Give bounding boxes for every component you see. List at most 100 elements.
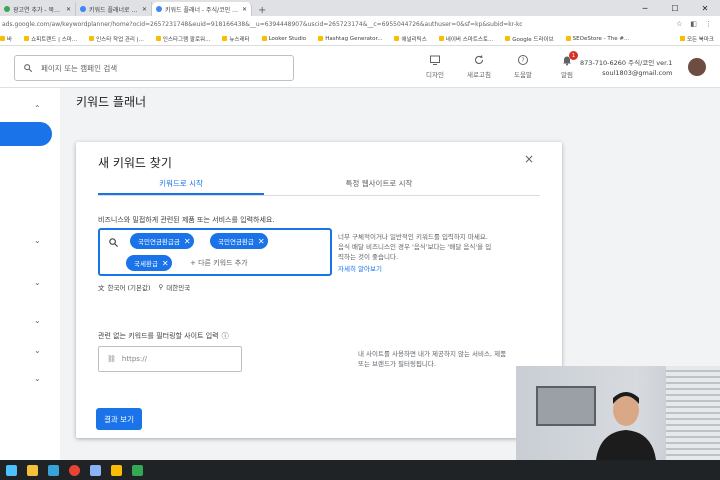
bookmark-icon — [0, 36, 5, 41]
chevron-down-icon[interactable]: ⌄ — [34, 346, 42, 355]
instruction-text: 비즈니스와 밀접하게 관련된 제품 또는 서비스를 입력하세요. — [98, 216, 275, 224]
account-email: soul1803@gmail.com — [602, 69, 673, 77]
bookmark[interactable]: 쇼피트랜드 | 스마... — [24, 35, 77, 43]
language-location: 文 한국어 (기본값) ⚲ 대한민국 — [98, 282, 190, 292]
chrome-icon[interactable] — [69, 464, 80, 476]
browser-tab-strip: 광고연 추가 - 북새관상 건강 ✕ 키워드 플래너로 캠페인 키워드 ✕ 키워… — [0, 0, 720, 16]
refresh-icon — [475, 55, 484, 64]
notification-badge: 1 — [569, 51, 578, 60]
new-tab-button[interactable]: + — [252, 5, 272, 16]
app-icon[interactable] — [90, 464, 101, 476]
keyword-tips: 너무 구체적이거나 일반적인 키워드를 입력하지 마세요. 음식 배달 비즈니스… — [338, 233, 492, 261]
start-icon[interactable] — [6, 464, 17, 476]
bookmark-icon — [505, 36, 511, 41]
bookmark[interactable]: 애널리틱스 — [394, 35, 427, 43]
browser-tab[interactable]: 광고연 추가 - 북새관상 건강 ✕ — [0, 2, 76, 16]
browser-tab[interactable]: 키워드 플래너로 캠페인 키워드 ✕ — [76, 2, 152, 16]
keyword-chip[interactable]: 국세환급 ✕ — [126, 255, 172, 271]
sidebar: ⌃ ⌄ ⌄ ⌄ ⌄ ⌄ — [0, 88, 60, 460]
minimize-icon[interactable]: ─ — [630, 4, 660, 13]
translate-icon: 文 — [98, 284, 105, 292]
account-info[interactable]: 873-710-6260 주식/코인 ver.1 soul1803@gmail.… — [580, 58, 672, 78]
language-selector[interactable]: 文 한국어 (기본값) — [98, 282, 151, 292]
close-icon[interactable]: × — [524, 152, 534, 166]
page-title: 키워드 플래너 — [76, 95, 147, 109]
design-button[interactable]: 디자인 — [420, 54, 450, 79]
address-bar[interactable]: ads.google.com/aw/keywordplanner/home?oc… — [0, 16, 720, 32]
search-icon — [109, 238, 119, 248]
app-icon[interactable] — [132, 464, 143, 476]
design-icon — [430, 55, 440, 65]
tab-favicon-icon — [80, 6, 86, 12]
bookmark[interactable]: 바 — [0, 35, 12, 43]
menu-icon[interactable]: ⋮ — [705, 20, 712, 28]
help-icon[interactable]: ⓘ — [222, 331, 229, 341]
tab-start-with-keywords[interactable]: 키워드로 시작 — [98, 172, 264, 195]
tab-close-icon[interactable]: ✕ — [66, 6, 71, 13]
bookmark[interactable]: SEOeStore - The #... — [565, 36, 629, 42]
maximize-icon[interactable]: ☐ — [660, 4, 690, 13]
bookmark[interactable]: Looker Studio — [261, 36, 306, 42]
bookmark[interactable]: Google 드라이브 — [505, 35, 554, 43]
new-keyword-dialog: 새 키워드 찾기 × 키워드로 시작 특정 웹사이트로 시작 비즈니스와 밀접하… — [76, 142, 562, 438]
location-pin-icon: ⚲ — [158, 283, 164, 291]
keyword-chip[interactable]: 국민연금환급금 ✕ — [130, 233, 194, 249]
app-icon[interactable] — [111, 464, 122, 476]
close-window-icon[interactable]: ✕ — [690, 4, 720, 13]
bookmark[interactable]: 뉴스레터 — [222, 35, 250, 43]
tab-close-icon[interactable]: ✕ — [242, 6, 247, 13]
chevron-down-icon[interactable]: ⌄ — [34, 236, 42, 245]
bookmark[interactable]: Hashtag Generator... — [318, 36, 382, 42]
chevron-down-icon[interactable]: ⌄ — [34, 374, 42, 383]
help-icon: ? — [518, 55, 528, 65]
bookmark[interactable]: 인스타그램 팔로워... — [155, 35, 210, 43]
bookmarks-bar: 바 쇼피트랜드 | 스마... 인스타 작업 관리 |... 인스타그램 팔로워… — [0, 32, 720, 46]
location-selector[interactable]: ⚲ 대한민국 — [159, 282, 191, 292]
taskbar — [0, 460, 720, 480]
remove-chip-icon[interactable]: ✕ — [162, 259, 169, 268]
browser-tab-active[interactable]: 키워드 플래너 - 주식/코인 ver ✕ — [152, 2, 252, 16]
chevron-up-icon[interactable]: ⌃ — [34, 104, 42, 113]
bookmark[interactable]: 인스타 작업 관리 |... — [89, 35, 144, 43]
chevron-down-icon[interactable]: ⌄ — [34, 316, 42, 325]
webcam-person — [596, 392, 656, 460]
ads-header: 페이지 또는 캠페인 검색 디자인 새로고침 ? 도움말 1 알림 873-71… — [0, 46, 720, 88]
extensions-icon[interactable]: ◧ — [690, 20, 697, 28]
bookmark[interactable]: 네이버 스마트스토... — [438, 35, 493, 43]
bookmark-icon — [394, 36, 400, 41]
avatar[interactable] — [688, 58, 706, 76]
tab-start-with-website[interactable]: 특정 웹사이트로 시작 — [296, 172, 462, 195]
add-keyword-placeholder[interactable]: + 다른 키워드 추가 — [190, 258, 248, 268]
site-url-placeholder: https:// — [121, 355, 147, 363]
webcam-overlay — [516, 366, 720, 460]
learn-more-link[interactable]: 자세히 알아보기 — [338, 263, 382, 273]
tab-close-icon[interactable]: ✕ — [142, 6, 147, 13]
account-id: 873-710-6260 주식/코인 ver.1 — [580, 59, 673, 67]
site-filter-label: 관련 없는 키워드를 필터링할 사이트 입력 ⓘ — [98, 331, 229, 341]
tab-title: 키워드 플래너로 캠페인 키워드 — [89, 6, 139, 14]
explorer-icon[interactable] — [27, 464, 38, 476]
sidebar-item-active[interactable] — [0, 122, 52, 146]
keyword-input[interactable]: 국민연금환급금 ✕ 국민연금환급 ✕ 국세환급 ✕ + 다른 키워드 추가 — [98, 228, 332, 276]
get-results-button[interactable]: 결과 보기 — [96, 408, 142, 430]
site-url-input[interactable]: ⛓ https:// — [98, 346, 242, 372]
link-icon: ⛓ — [107, 355, 116, 363]
webcam-shelf — [536, 386, 596, 426]
page-search-input[interactable]: 페이지 또는 캠페인 검색 — [14, 55, 294, 81]
star-icon[interactable]: ☆ — [676, 20, 682, 28]
remove-chip-icon[interactable]: ✕ — [184, 237, 191, 246]
url-text[interactable]: ads.google.com/aw/keywordplanner/home?oc… — [2, 21, 522, 28]
keyword-chip[interactable]: 국민연금환급 ✕ — [210, 233, 268, 249]
bookmark-icon — [261, 36, 267, 41]
all-bookmarks[interactable]: 모든 북마크 — [679, 35, 720, 43]
tab-favicon-icon — [156, 6, 162, 12]
chevron-down-icon[interactable]: ⌄ — [34, 278, 42, 287]
folder-icon — [679, 36, 685, 41]
notifications-button[interactable]: 1 알림 — [552, 51, 582, 79]
bookmark-icon — [89, 36, 95, 41]
help-button[interactable]: ? 도움말 — [508, 54, 538, 79]
remove-chip-icon[interactable]: ✕ — [258, 237, 265, 246]
refresh-button[interactable]: 새로고침 — [464, 54, 494, 79]
edge-icon[interactable] — [48, 464, 59, 476]
svg-text:?: ? — [521, 57, 524, 64]
